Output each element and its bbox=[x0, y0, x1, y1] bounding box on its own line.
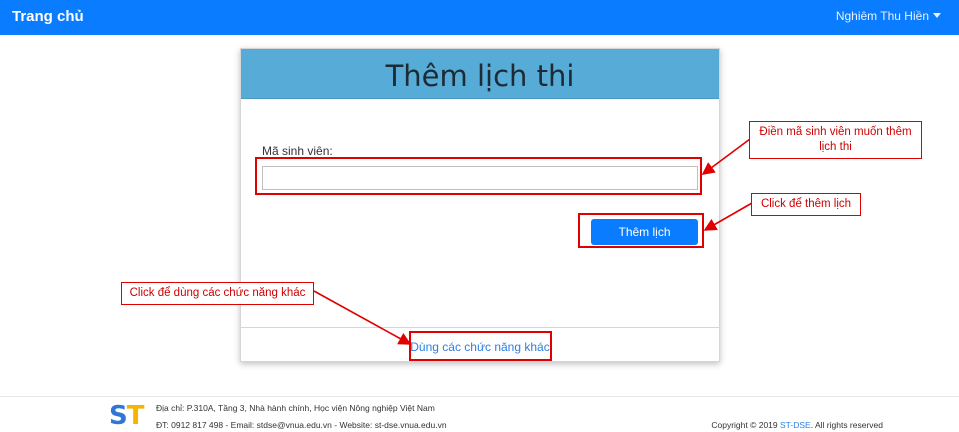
button-hint-callout: Click để thêm lịch bbox=[751, 193, 861, 216]
page-footer: ST Địa chỉ: P.310A, Tầng 3, Nhà hành chí… bbox=[0, 396, 959, 432]
link-hint-callout: Click để dùng các chức năng khác bbox=[121, 282, 314, 305]
footer-address: Địa chỉ: P.310A, Tầng 3, Nhà hành chính,… bbox=[156, 403, 435, 413]
input-hint-arrow bbox=[701, 138, 751, 175]
input-hint-callout: Điền mã sinh viên muốn thêm lịch thi bbox=[749, 121, 922, 159]
button-hint-arrow bbox=[703, 202, 753, 231]
annotation-arrows bbox=[313, 138, 753, 345]
st-dse-link[interactable]: ST-DSE bbox=[780, 420, 811, 430]
footer-contact: ĐT: 0912 817 498 - Email: stdse@vnua.edu… bbox=[156, 420, 447, 430]
link-hint-arrow bbox=[313, 290, 412, 345]
st-logo: ST bbox=[109, 401, 144, 431]
footer-copyright: Copyright © 2019 ST-DSE. All rights rese… bbox=[711, 420, 883, 430]
